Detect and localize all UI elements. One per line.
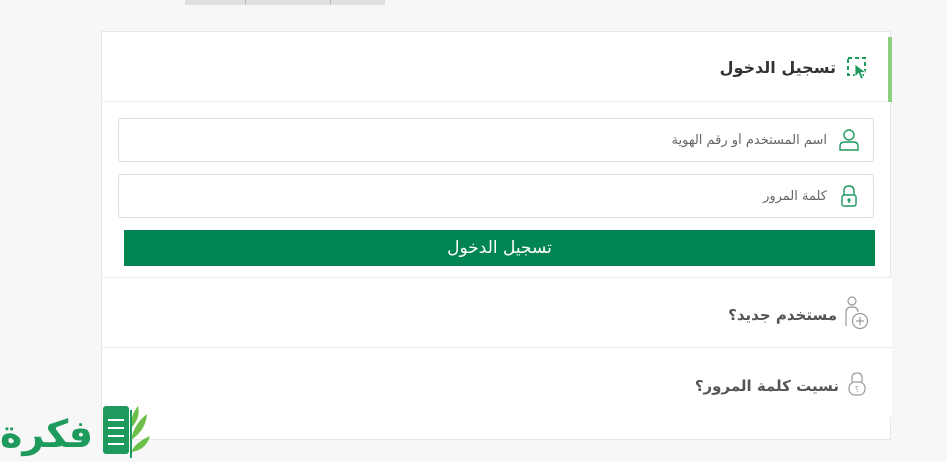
svg-text:؟: ؟ (855, 385, 859, 394)
login-submit-button[interactable]: تسجيل الدخول (124, 230, 875, 266)
lock-icon (841, 185, 857, 207)
site-logo: فكرة (0, 400, 160, 462)
username-field[interactable] (118, 118, 874, 162)
lock-question-icon: ؟ (848, 372, 866, 396)
password-input[interactable] (137, 175, 827, 217)
forgot-password-label: نسيت كلمة المرور؟ (694, 377, 839, 395)
username-input[interactable] (137, 119, 827, 161)
user-icon (839, 129, 859, 151)
forgot-password-link[interactable]: ؟ نسيت كلمة المرور؟ (102, 347, 892, 417)
login-pointer-icon (847, 57, 868, 80)
new-user-link[interactable]: مستخدم جديد؟ (102, 277, 892, 347)
add-user-icon (845, 296, 869, 330)
new-user-label: مستخدم جديد؟ (728, 306, 837, 324)
login-panel: تسجيل الدخول تسجيل الدخول مستخدم جديد؟ (101, 31, 892, 440)
book-leaf-icon (103, 406, 150, 458)
password-field[interactable] (118, 174, 874, 218)
login-panel-header: تسجيل الدخول (102, 32, 892, 102)
top-scrollbar (185, 0, 385, 5)
header-accent-bar (888, 37, 892, 102)
login-header-title: تسجيل الدخول (719, 58, 836, 77)
logo-text: فكرة (0, 412, 94, 456)
